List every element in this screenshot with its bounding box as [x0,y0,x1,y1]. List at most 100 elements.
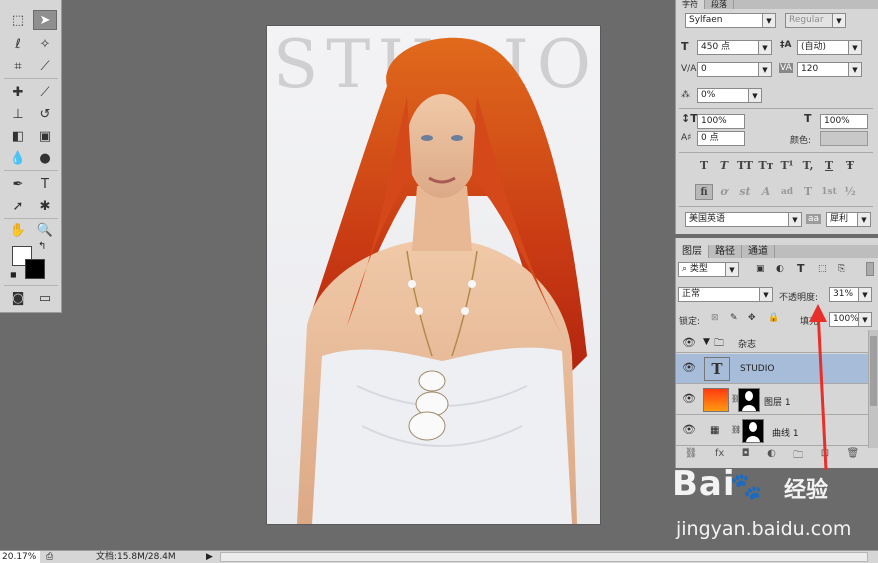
faux-italic-button[interactable]: T [715,158,733,174]
status-menu-arrow-icon[interactable]: ▶ [206,551,213,563]
layers-scrollbar[interactable] [868,330,878,448]
add-mask-icon[interactable]: ◘ [742,448,750,462]
healing-tool-icon[interactable]: ✚ [6,82,30,102]
adjustment-mask-thumbnail[interactable] [742,419,764,443]
dodge-tool-icon[interactable]: ● [33,148,57,168]
gradient-tool-icon[interactable]: ▣ [33,126,57,146]
document-canvas[interactable]: STUDIO [267,26,600,524]
chevron-down-icon[interactable]: ▼ [857,212,871,227]
eye-icon[interactable]: 👁 [682,336,696,349]
lasso-tool-icon[interactable]: ℓ [6,34,30,54]
vertical-scale-field[interactable]: 100% [697,114,745,129]
lock-pixels-icon[interactable]: ✎ [730,313,738,323]
contextual-alternates-button[interactable]: st [736,184,754,200]
anti-alias-select[interactable]: 犀利 [826,212,858,227]
pixel-filter-icon[interactable]: ▣ [756,264,765,274]
adjustment-filter-icon[interactable]: ◐ [776,264,784,274]
zoom-tool-icon[interactable]: 🔍 [33,220,57,240]
lock-transparency-icon[interactable]: ⊠ [711,313,719,323]
chevron-down-icon[interactable]: ▼ [832,13,846,28]
subscript-button[interactable]: T, [799,158,817,174]
brush-tool-icon[interactable]: ⟋ [33,82,57,102]
tracking-field[interactable]: 120 [797,62,849,77]
strikethrough-button[interactable]: Ŧ [841,158,859,174]
text-color-swatch[interactable] [820,131,868,146]
language-select[interactable]: 美国英语 [685,212,789,227]
eye-icon[interactable]: 👁 [682,361,696,374]
default-colors-icon[interactable]: ◼ [10,270,17,279]
tab-paths[interactable]: 路径 [709,245,742,258]
marquee-tool-icon[interactable]: ⬚ [6,10,30,30]
move-tool-icon[interactable]: ➤ [33,10,57,30]
shape-tool-icon[interactable]: ✱ [33,196,57,216]
chevron-down-icon[interactable]: ▼ [758,40,772,55]
new-adjustment-icon[interactable]: ◐ [767,448,776,462]
quick-mask-icon[interactable]: ◙ [6,288,30,308]
blend-mode-select[interactable]: 正常 [678,287,760,302]
horizontal-scale-field[interactable]: 100% [820,114,868,129]
quick-select-tool-icon[interactable]: ✧ [33,34,57,54]
chevron-down-icon[interactable]: ▼ [848,40,862,55]
eyedropper-tool-icon[interactable]: ⟋ [33,56,57,76]
superscript-button[interactable]: T¹ [778,158,796,174]
underline-button[interactable]: T [820,158,838,174]
eye-icon[interactable]: 👁 [682,392,696,405]
chevron-down-icon[interactable]: ▼ [858,287,872,302]
leading-field[interactable]: (自动) [797,40,849,55]
tab-paragraph[interactable]: 段落 [705,0,734,9]
chevron-down-icon[interactable]: ▼ [848,62,862,77]
pen-tool-icon[interactable]: ✒ [6,174,30,194]
font-family-select[interactable]: Sylfaen [685,13,763,28]
crop-tool-icon[interactable]: ⌗ [6,56,30,76]
all-caps-button[interactable]: TT [736,158,754,174]
baseline-shift-field[interactable]: 0 点 [697,131,745,146]
type-tool-icon[interactable]: T [33,174,57,194]
swap-colors-icon[interactable]: ↰ [38,241,46,252]
history-brush-tool-icon[interactable]: ↺ [33,104,57,124]
chevron-down-icon[interactable]: ▼ [748,88,762,103]
link-icon[interactable]: ⛓ [731,425,741,434]
zoom-field[interactable]: 20.17% [0,551,40,563]
layer-style-icon[interactable]: fx [715,448,724,462]
blur-tool-icon[interactable]: 💧 [6,148,30,168]
hand-tool-icon[interactable]: ✋ [6,220,30,240]
ligatures-button[interactable]: fi [695,184,713,200]
path-select-tool-icon[interactable]: ➚ [6,196,30,216]
ordinals-button[interactable]: 1st [820,184,838,200]
kerning-field[interactable]: 0 [697,62,759,77]
fractions-button[interactable]: ½ [841,184,859,200]
chevron-down-icon[interactable]: ▼ [759,287,773,302]
font-size-field[interactable]: 450 点 [697,40,759,55]
tab-layers[interactable]: 图层 [676,245,709,258]
tab-character[interactable]: 字符 [676,0,705,9]
chevron-down-icon[interactable]: ▼ [762,13,776,28]
titling-alternates-button[interactable]: T [799,184,817,200]
horizontal-scrollbar[interactable] [220,552,868,562]
eye-icon[interactable]: 👁 [682,423,696,436]
filter-toggle[interactable] [866,262,874,276]
layer-filter-select[interactable]: ⌕ 类型 [678,262,726,277]
small-caps-button[interactable]: Tт [757,158,775,174]
link-layers-icon[interactable]: ⛓ [685,448,698,462]
chevron-down-icon[interactable]: ▼ [858,312,872,327]
background-color-swatch[interactable] [25,259,45,279]
smart-object-filter-icon[interactable]: ⎘ [838,264,845,274]
swash-button[interactable]: A [757,184,775,200]
tab-channels[interactable]: 通道 [742,245,775,258]
font-style-select[interactable]: Regular [785,13,833,28]
lock-position-icon[interactable]: ✥ [748,313,756,323]
discretionary-ligatures-button[interactable]: ơ [715,184,733,200]
tsume-field[interactable]: 0% [697,88,749,103]
layer-mask-thumbnail[interactable] [738,388,760,412]
chevron-down-icon[interactable]: ▼ [725,262,739,277]
stylistic-alternates-button[interactable]: ad [778,184,796,200]
screen-mode-icon[interactable]: ▭ [33,288,57,308]
chevron-down-icon[interactable]: ▼ [758,62,772,77]
group-expand-icon[interactable]: ▼ [703,337,710,347]
status-export-icon[interactable]: ⎙ [46,551,53,563]
stamp-tool-icon[interactable]: ⊥ [6,104,30,124]
shape-filter-icon[interactable]: ⬚ [818,264,827,274]
lock-all-icon[interactable]: 🔒 [768,313,779,323]
type-filter-icon[interactable]: T [797,262,805,275]
chevron-down-icon[interactable]: ▼ [788,212,802,227]
